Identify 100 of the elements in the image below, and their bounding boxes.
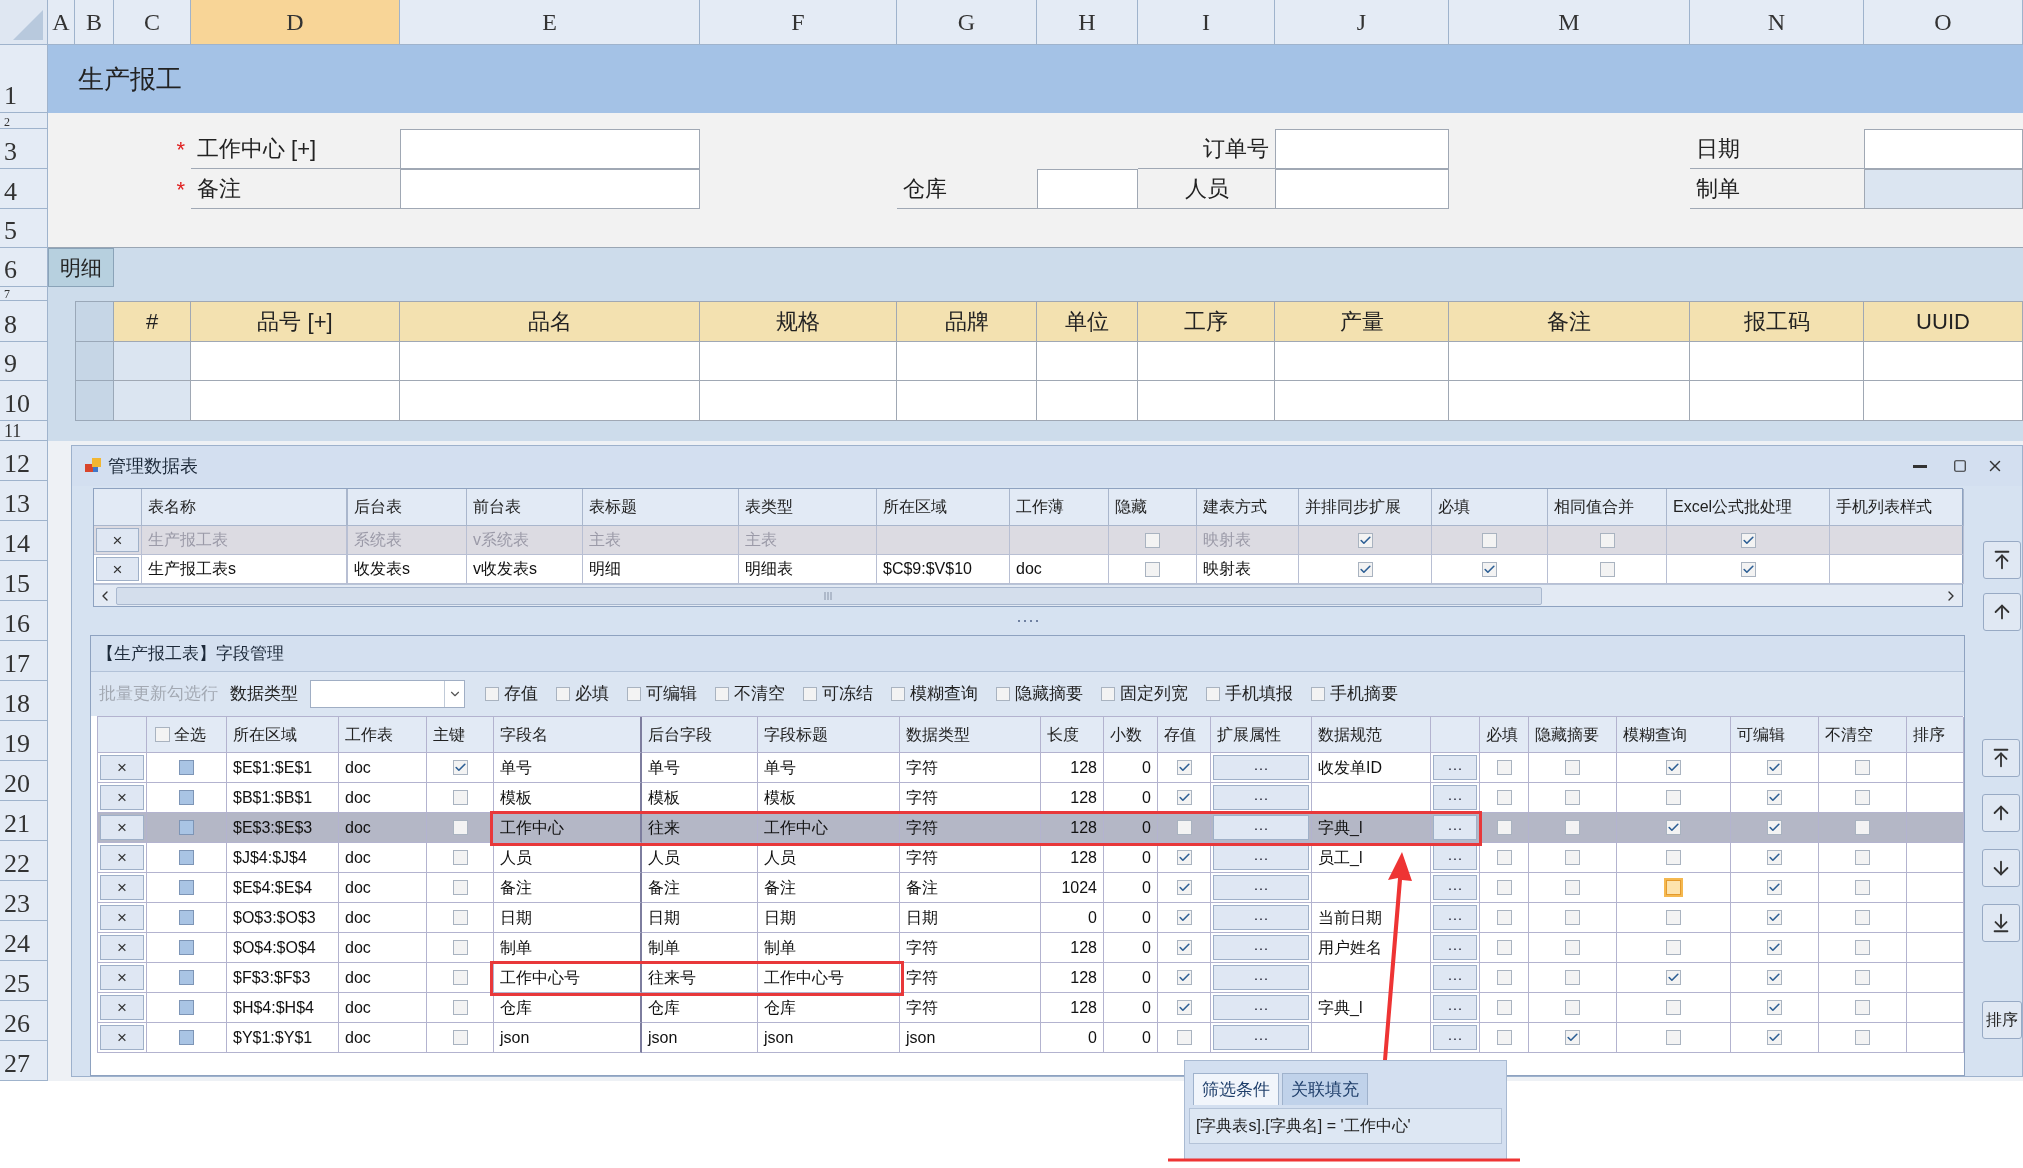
row-header[interactable]: 10: [0, 381, 48, 421]
move-down-button[interactable]: [1982, 849, 2020, 887]
checkbox[interactable]: [155, 727, 170, 742]
column-header[interactable]: O: [1864, 0, 2023, 45]
checkbox[interactable]: [452, 940, 468, 955]
row-header[interactable]: 19: [0, 721, 48, 761]
row-header[interactable]: 2: [0, 113, 48, 129]
ellipsis-button[interactable]: ···: [1213, 1025, 1309, 1050]
input-field[interactable]: [400, 169, 700, 209]
checkbox[interactable]: [1176, 850, 1192, 865]
checkbox[interactable]: [1565, 1030, 1580, 1045]
checkbox[interactable]: [1666, 910, 1681, 925]
checkbox[interactable]: [1565, 1000, 1580, 1015]
checkbox[interactable]: [1176, 940, 1192, 955]
move-bottom-button[interactable]: [1982, 904, 2020, 942]
checkbox[interactable]: [1767, 940, 1782, 955]
checkbox[interactable]: [1666, 1030, 1681, 1045]
checkbox[interactable]: [1855, 850, 1870, 865]
checkbox-option[interactable]: 存值: [485, 681, 538, 707]
ellipsis-button[interactable]: ···: [1433, 785, 1477, 810]
ellipsis-button[interactable]: ···: [1433, 905, 1477, 930]
ellipsis-button[interactable]: ···: [1213, 755, 1309, 780]
checkbox[interactable]: [1176, 760, 1192, 775]
delete-button[interactable]: ×: [100, 755, 144, 780]
checkbox-option[interactable]: 模糊查询: [891, 681, 978, 707]
table-row[interactable]: × $Y$1:$Y$1 doc json json json json 0 0 ··· ···: [98, 1023, 1963, 1053]
ellipsis-button[interactable]: ···: [1213, 815, 1309, 840]
input-field[interactable]: [1864, 129, 2023, 169]
checkbox[interactable]: [1496, 820, 1512, 835]
column-header[interactable]: M: [1449, 0, 1690, 45]
checkbox[interactable]: [1496, 850, 1512, 865]
checkbox-option[interactable]: 手机摘要: [1311, 681, 1398, 707]
row-header[interactable]: 8: [0, 301, 48, 342]
ellipsis-button[interactable]: ···: [1213, 785, 1309, 810]
move-up-button[interactable]: [1982, 794, 2020, 832]
checkbox[interactable]: [1666, 940, 1681, 955]
input-field[interactable]: [1037, 169, 1138, 209]
checkbox[interactable]: [1145, 561, 1160, 577]
row-header[interactable]: 23: [0, 881, 48, 921]
row-marker-icon[interactable]: [179, 1030, 194, 1045]
checkbox[interactable]: [1855, 760, 1870, 775]
column-header[interactable]: C: [114, 0, 191, 45]
checkbox-option[interactable]: 固定列宽: [1101, 681, 1188, 707]
row-header[interactable]: 27: [0, 1041, 48, 1081]
checkbox[interactable]: [1496, 970, 1512, 985]
ellipsis-button[interactable]: ···: [1213, 905, 1309, 930]
delete-button[interactable]: ×: [100, 875, 144, 900]
row-marker-icon[interactable]: [179, 940, 194, 955]
checkbox[interactable]: [1496, 760, 1512, 775]
checkbox[interactable]: [1176, 1000, 1192, 1015]
row-header[interactable]: 11: [0, 421, 48, 441]
checkbox[interactable]: [1482, 561, 1497, 577]
checkbox[interactable]: [1855, 1000, 1870, 1015]
delete-button[interactable]: ×: [100, 995, 144, 1020]
checkbox-option[interactable]: 不清空: [715, 681, 785, 707]
select-all-corner[interactable]: [0, 0, 48, 45]
checkbox[interactable]: [452, 760, 468, 775]
table-row[interactable]: × $F$3:$F$3 doc 工作中心号 往来号 工作中心号 字符 128 0 ··· ···: [98, 963, 1963, 993]
row-header[interactable]: 4: [0, 169, 48, 209]
move-top-button[interactable]: [1983, 541, 2021, 579]
checkbox[interactable]: [1855, 1030, 1870, 1045]
checkbox[interactable]: [1666, 850, 1681, 865]
row-header[interactable]: 12: [0, 441, 48, 481]
checkbox[interactable]: [452, 790, 468, 805]
column-header[interactable]: J: [1275, 0, 1449, 45]
row-header[interactable]: 18: [0, 681, 48, 721]
input-field[interactable]: [1864, 169, 2023, 209]
row-header[interactable]: 20: [0, 761, 48, 801]
checkbox[interactable]: [1176, 820, 1192, 835]
checkbox[interactable]: [1767, 820, 1782, 835]
move-top-button[interactable]: [1982, 739, 2020, 777]
checkbox[interactable]: [1666, 790, 1681, 805]
input-field[interactable]: [400, 129, 700, 169]
row-marker-icon[interactable]: [179, 910, 194, 925]
ellipsis-button[interactable]: ···: [1433, 755, 1477, 780]
row-header[interactable]: 1: [0, 45, 48, 113]
delete-button[interactable]: ×: [100, 845, 144, 870]
splitter-grip-icon[interactable]: [1017, 619, 1039, 623]
detail-tab[interactable]: 明细: [48, 248, 114, 287]
row-header[interactable]: 7: [0, 287, 48, 301]
checkbox[interactable]: [452, 850, 468, 865]
ellipsis-button[interactable]: ···: [1433, 965, 1477, 990]
table-row[interactable]: × $H$4:$H$4 doc 仓库 仓库 仓库 字符 128 0 ··· 字典_l ···: [98, 993, 1963, 1023]
ellipsis-button[interactable]: ···: [1213, 845, 1309, 870]
ellipsis-button[interactable]: ···: [1433, 815, 1477, 840]
checkbox-option[interactable]: 可编辑: [627, 681, 697, 707]
row-header[interactable]: 6: [0, 248, 48, 287]
checkbox[interactable]: [1565, 760, 1580, 775]
checkbox[interactable]: [1855, 880, 1870, 895]
delete-button[interactable]: ×: [100, 785, 144, 810]
row-selector[interactable]: [75, 381, 114, 421]
checkbox[interactable]: [1855, 820, 1870, 835]
checkbox[interactable]: [1599, 561, 1615, 577]
checkbox[interactable]: [1855, 940, 1870, 955]
checkbox[interactable]: [1496, 880, 1512, 895]
ellipsis-button[interactable]: ···: [1433, 845, 1477, 870]
column-header[interactable]: A: [48, 0, 75, 45]
row-header[interactable]: 3: [0, 129, 48, 169]
ellipsis-button[interactable]: ···: [1213, 935, 1309, 960]
delete-button[interactable]: ×: [96, 557, 139, 581]
